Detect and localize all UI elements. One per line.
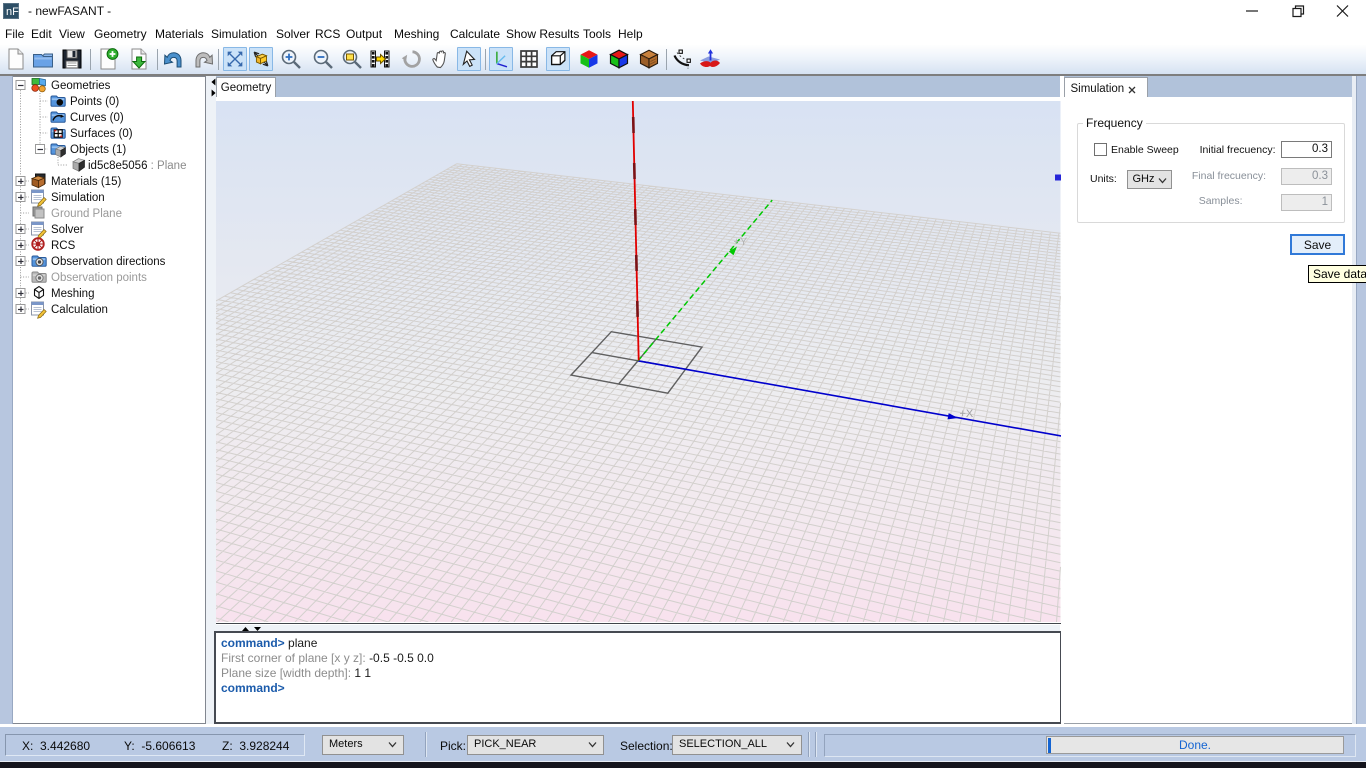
svg-text:Objects (1): Objects (1) — [70, 144, 126, 156]
svg-text:Solver: Solver — [51, 224, 84, 236]
svg-text:Surfaces (0): Surfaces (0) — [70, 128, 133, 140]
svg-text:+Y: +Y — [734, 236, 748, 248]
svg-text:Geometries: Geometries — [51, 80, 111, 92]
svg-text:Points (0): Points (0) — [70, 96, 119, 108]
svg-text:Observation directions: Observation directions — [51, 256, 166, 268]
svg-text:id5c8e5056 : Plane: id5c8e5056 : Plane — [88, 160, 186, 172]
svg-text:RCS: RCS — [51, 240, 76, 252]
svg-text:Materials (15): Materials (15) — [51, 176, 121, 188]
svg-text:Curves (0): Curves (0) — [70, 112, 124, 124]
svg-text:Ground Plane: Ground Plane — [51, 208, 122, 220]
svg-text:Calculation: Calculation — [51, 304, 108, 316]
svg-text:Observation points: Observation points — [51, 272, 147, 284]
svg-text:nF: nF — [6, 6, 19, 18]
svg-text:+X: +X — [960, 408, 974, 420]
svg-text:Simulation: Simulation — [51, 192, 105, 204]
svg-text:Meshing: Meshing — [51, 288, 94, 300]
